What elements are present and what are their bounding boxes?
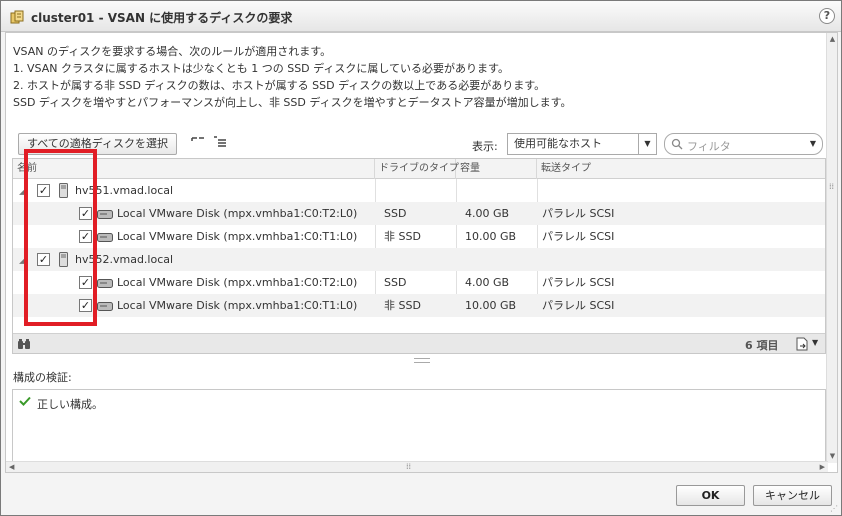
column-header-drive-type[interactable]: ドライブのタイプ [375, 159, 459, 179]
filter-input[interactable]: フィルタ ▼ [664, 133, 823, 155]
table-row-disk[interactable]: ✓ Local VMware Disk (mpx.vmhba1:C0:T2:L0… [13, 202, 825, 225]
transport-type: パラレル SCSI [542, 207, 615, 220]
disk-name: Local VMware Disk (mpx.vmhba1:C0:T2:L0) [117, 276, 358, 289]
check-icon [19, 396, 31, 406]
disk-icon [97, 279, 113, 288]
chevron-down-icon[interactable]: ▼ [810, 139, 816, 148]
rule-line: VSAN のディスクを要求する場合、次のルールが適用されます。 [13, 45, 332, 58]
capacity: 4.00 GB [465, 207, 510, 220]
scroll-down-icon[interactable]: ▼ [828, 452, 837, 461]
grid-footer: 6 項目 ▼ [13, 333, 825, 353]
table-row-disk[interactable]: ✓ Local VMware Disk (mpx.vmhba1:C0:T2:L0… [13, 271, 825, 294]
table-row-disk[interactable]: ✓ Local VMware Disk (mpx.vmhba1:C0:T1:L0… [13, 225, 825, 248]
show-label: 表示: [472, 140, 498, 153]
claim-disks-dialog: cluster01 - VSAN に使用するディスクの要求 ? VSAN のディ… [0, 0, 842, 516]
chevron-down-icon[interactable]: ▼ [812, 338, 818, 347]
scroll-grip-icon[interactable]: ⁞⁞ [406, 462, 411, 472]
horizontal-scrollbar[interactable]: ◀ ⁞⁞ ▶ [6, 461, 828, 472]
transport-type: パラレル SCSI [542, 276, 615, 289]
panel-splitter[interactable] [414, 358, 430, 363]
filter-placeholder: フィルタ [687, 140, 731, 153]
help-icon[interactable]: ? [819, 8, 835, 24]
cluster-icon [10, 10, 24, 24]
scroll-right-icon[interactable]: ▶ [820, 462, 825, 472]
column-header-transport[interactable]: 転送タイプ [537, 159, 825, 179]
table-row-host[interactable]: ◢ ✓ hv552.vmad.local [13, 248, 825, 271]
disk-name: Local VMware Disk (mpx.vmhba1:C0:T1:L0) [117, 299, 358, 312]
checkbox-highlight-box [24, 149, 97, 326]
disk-name: Local VMware Disk (mpx.vmhba1:C0:T1:L0) [117, 230, 358, 243]
ok-button[interactable]: OK [676, 485, 745, 506]
disk-icon [97, 233, 113, 242]
disk-toolbar: すべての適格ディスクを選択 表示: 使用可能なホスト ▼ フィルタ ▼ [6, 133, 828, 159]
title-bar[interactable]: cluster01 - VSAN に使用するディスクの要求 ? [1, 1, 841, 32]
validation-message: 正しい構成。 [37, 398, 103, 411]
drive-type: 非 SSD [384, 230, 421, 243]
show-dropdown-value: 使用可能なホスト [514, 137, 602, 150]
collapse-all-icon[interactable] [213, 135, 227, 149]
table-row-host[interactable]: ◢ ✓ hv551.vmad.local [13, 179, 825, 202]
capacity: 4.00 GB [465, 276, 510, 289]
cancel-button[interactable]: キャンセル [753, 485, 832, 506]
grid-header: 名前 ドライブのタイプ 容量 転送タイプ [13, 159, 825, 179]
expand-all-icon[interactable] [191, 135, 205, 149]
disk-name: Local VMware Disk (mpx.vmhba1:C0:T2:L0) [117, 207, 358, 220]
dialog-content: VSAN のディスクを要求する場合、次のルールが適用されます。 1. VSAN … [5, 32, 838, 473]
dialog-title: cluster01 - VSAN に使用するディスクの要求 [31, 11, 293, 25]
validation-label: 構成の検証: [13, 371, 72, 384]
show-dropdown[interactable]: 使用可能なホスト ▼ [507, 133, 657, 155]
export-icon[interactable] [795, 337, 809, 351]
rules-text: VSAN のディスクを要求する場合、次のルールが適用されます。 1. VSAN … [13, 43, 572, 111]
rule-line: 2. ホストが属する非 SSD ディスクの数は、ホストが属する SSD ディスク… [13, 79, 546, 92]
table-row-disk[interactable]: ✓ Local VMware Disk (mpx.vmhba1:C0:T1:L0… [13, 294, 825, 317]
transport-type: パラレル SCSI [542, 230, 615, 243]
validation-box: 正しい構成。 [12, 389, 826, 462]
capacity: 10.00 GB [465, 230, 517, 243]
search-icon [671, 138, 683, 150]
scroll-left-icon[interactable]: ◀ [9, 462, 14, 472]
transport-type: パラレル SCSI [542, 299, 615, 312]
disk-grid: 名前 ドライブのタイプ 容量 転送タイプ ◢ ✓ hv551.vmad.loca… [12, 158, 826, 354]
chevron-down-icon[interactable]: ▼ [638, 134, 656, 154]
vertical-scrollbar[interactable]: ▲ ⁞⁞ ▼ [826, 33, 837, 463]
disk-icon [97, 210, 113, 219]
scroll-grip-icon[interactable]: ⁞⁞ [829, 183, 834, 191]
resize-grip-icon[interactable]: ⋰ [830, 504, 838, 513]
disk-icon [97, 302, 113, 311]
capacity: 10.00 GB [465, 299, 517, 312]
scroll-up-icon[interactable]: ▲ [828, 35, 837, 44]
drive-type: SSD [384, 207, 407, 220]
rule-line: SSD ディスクを増やすとパフォーマンスが向上し、非 SSD ディスクを増やすと… [13, 96, 572, 109]
drive-type: 非 SSD [384, 299, 421, 312]
rule-line: 1. VSAN クラスタに属するホストは少なくとも 1 つの SSD ディスクに… [13, 62, 509, 75]
item-count: 6 項目 [745, 339, 779, 352]
column-header-capacity[interactable]: 容量 [456, 159, 537, 179]
drive-type: SSD [384, 276, 407, 289]
binoculars-icon[interactable] [17, 338, 31, 350]
